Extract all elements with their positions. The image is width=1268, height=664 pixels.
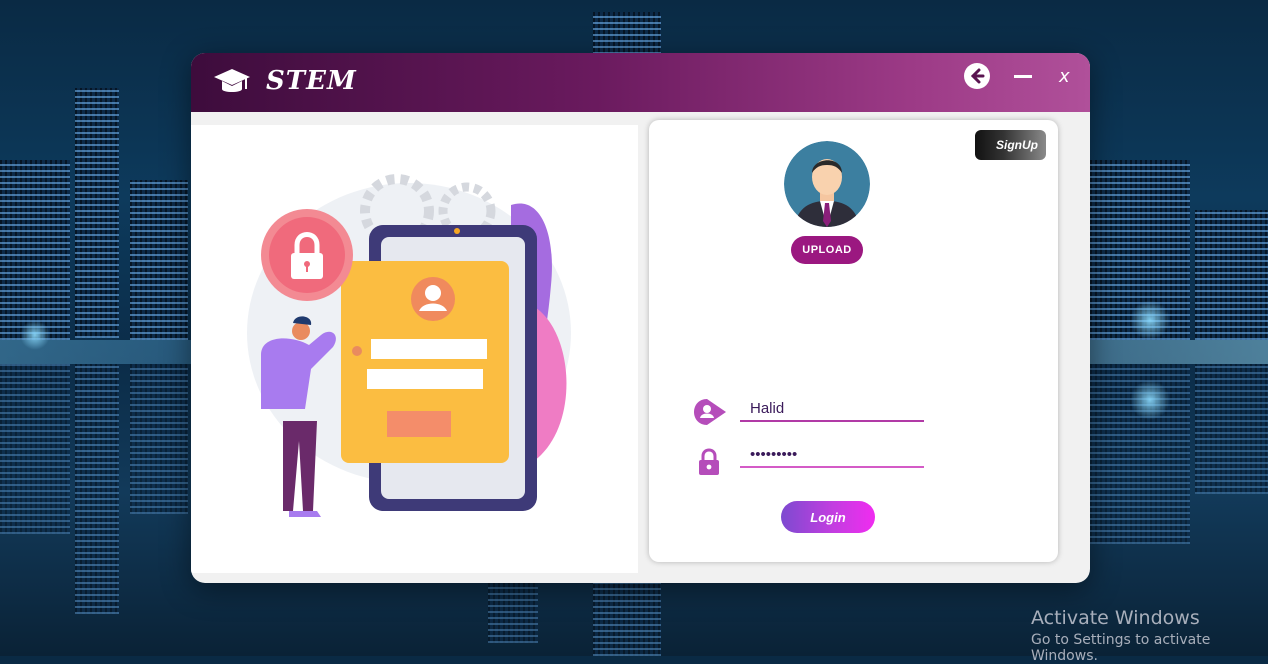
lock-icon [699,448,719,475]
illustration-panel [191,125,638,573]
back-button[interactable] [964,63,990,89]
watermark-line-2: Go to Settings to activate Windows. [1031,632,1211,664]
login-window: STEM x SignUp UPLOAD Halid ••••••••• Log… [191,53,1090,583]
signup-button[interactable]: SignUp [975,130,1046,160]
login-button[interactable]: Login [781,501,875,533]
login-panel: SignUp UPLOAD Login [649,120,1058,562]
upload-button[interactable]: UPLOAD [791,236,863,264]
password-input[interactable] [740,442,924,468]
minimize-button[interactable] [1014,75,1032,78]
title-bar[interactable]: STEM x [191,53,1090,112]
close-button[interactable]: x [1059,66,1070,87]
watermark-line-1: Activate Windows [1031,607,1200,629]
graduation-cap-icon [214,69,250,92]
mobile-login-illustration [247,174,571,517]
avatar [784,141,870,227]
user-icon [694,399,726,425]
activate-windows-watermark: Activate Windows Go to Settings to activ… [1031,607,1268,664]
app-title: STEM [266,66,357,96]
username-input[interactable] [740,396,924,422]
arrow-left-circle-icon [970,68,985,84]
